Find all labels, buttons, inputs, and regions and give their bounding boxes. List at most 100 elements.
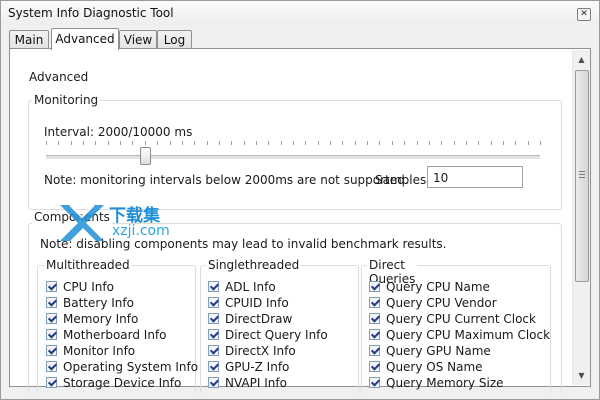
slider-tick xyxy=(194,141,195,145)
checkbox-checked-icon[interactable] xyxy=(208,281,219,292)
tab-main[interactable]: Main xyxy=(9,30,49,49)
title-bar: System Info Diagnostic Tool ✕ xyxy=(1,1,599,25)
slider-tick xyxy=(244,141,245,145)
slider-tick xyxy=(503,141,504,145)
checkbox-checked-icon[interactable] xyxy=(46,361,57,372)
checkbox-label: NVAPI Info xyxy=(225,376,287,390)
checkbox-label: Query CPU Maximum Clock xyxy=(386,328,551,342)
checkbox-checked-icon[interactable] xyxy=(369,361,380,372)
slider-tick xyxy=(528,141,529,145)
watermark-logo-icon xyxy=(60,204,104,241)
slider-tick xyxy=(441,141,442,145)
checkbox-checked-icon[interactable] xyxy=(208,329,219,340)
checkbox-label: DirectX Info xyxy=(225,344,296,358)
slider-tick xyxy=(219,141,220,145)
checkbox-label: Query CPU Vendor xyxy=(386,296,497,310)
checkbox-label: Motherboard Info xyxy=(63,328,167,342)
slider-tick xyxy=(170,141,171,145)
slider-tick xyxy=(145,141,146,145)
tab-view[interactable]: View xyxy=(119,30,157,49)
slider-tick xyxy=(404,141,405,145)
slider-tick xyxy=(515,141,516,145)
checkbox-checked-icon[interactable] xyxy=(369,377,380,388)
checkbox-checked-icon[interactable] xyxy=(208,377,219,388)
grip-line xyxy=(579,171,585,172)
slider-tick xyxy=(330,141,331,145)
slider-tick xyxy=(305,141,306,145)
slider-tick xyxy=(293,141,294,145)
tab-advanced[interactable]: Advanced xyxy=(51,28,119,50)
checkbox-label: CPU Info xyxy=(63,280,114,294)
interval-label: Interval: 2000/10000 ms xyxy=(44,125,193,139)
slider-tick xyxy=(429,141,430,145)
checkbox-checked-icon[interactable] xyxy=(46,313,57,324)
arrow-up-icon[interactable]: ▲ xyxy=(573,51,590,68)
window-title: System Info Diagnostic Tool xyxy=(8,6,174,20)
checkbox-checked-icon[interactable] xyxy=(369,297,380,308)
scrollbar-thumb[interactable] xyxy=(575,70,589,282)
tab-log[interactable]: Log xyxy=(157,30,192,49)
slider-tick xyxy=(157,141,158,145)
checkbox-checked-icon[interactable] xyxy=(46,329,57,340)
checkbox-label: DirectDraw xyxy=(225,312,293,326)
slider-tick xyxy=(355,141,356,145)
checkbox-checked-icon[interactable] xyxy=(46,281,57,292)
slider-tick xyxy=(108,141,109,145)
checkbox-label: Memory Info xyxy=(63,312,139,326)
page-title: Advanced xyxy=(29,70,89,84)
slider-tick xyxy=(95,141,96,145)
close-button[interactable]: ✕ xyxy=(577,8,591,21)
checkbox-label: CPUID Info xyxy=(225,296,289,310)
checkbox-label: GPU-Z Info xyxy=(225,360,290,374)
slider-tick xyxy=(182,141,183,145)
slider-tick xyxy=(540,141,541,145)
slider-tick xyxy=(132,141,133,145)
checkbox-checked-icon[interactable] xyxy=(46,377,57,388)
slider-tick xyxy=(491,141,492,145)
checkbox-label: Battery Info xyxy=(63,296,134,310)
slider-tick xyxy=(392,141,393,145)
checkbox-checked-icon[interactable] xyxy=(208,313,219,324)
slider-tick xyxy=(367,141,368,145)
slider-tick xyxy=(342,141,343,145)
slider-tick xyxy=(466,141,467,145)
interval-slider-track[interactable] xyxy=(46,155,540,160)
slider-tick xyxy=(256,141,257,145)
close-icon: ✕ xyxy=(580,9,588,19)
checkbox-checked-icon[interactable] xyxy=(46,297,57,308)
interval-slider-handle[interactable] xyxy=(140,147,151,165)
checkbox-label: Monitor Info xyxy=(63,344,136,358)
checkbox-checked-icon[interactable] xyxy=(208,361,219,372)
slider-tick xyxy=(71,141,72,145)
samples-input[interactable]: 10 xyxy=(427,166,523,188)
slider-tick xyxy=(454,141,455,145)
column-title: Multithreaded xyxy=(44,258,132,272)
slider-tick xyxy=(478,141,479,145)
checkbox-checked-icon[interactable] xyxy=(369,345,380,356)
checkbox-checked-icon[interactable] xyxy=(46,345,57,356)
checkbox-label: Query CPU Name xyxy=(386,280,490,294)
arrow-down-icon[interactable]: ▼ xyxy=(573,367,590,384)
checkbox-checked-icon[interactable] xyxy=(369,329,380,340)
checkbox-label: ADL Info xyxy=(225,280,276,294)
slider-tick xyxy=(83,141,84,145)
slider-tick xyxy=(120,141,121,145)
checkbox-label: Query CPU Current Clock xyxy=(386,312,536,326)
monitoring-note: Note: monitoring intervals below 2000ms … xyxy=(44,173,409,187)
grip-line xyxy=(579,174,585,175)
checkbox-checked-icon[interactable] xyxy=(369,313,380,324)
grip-line xyxy=(579,177,585,178)
watermark-url: xzji.com xyxy=(112,223,170,239)
slider-tick xyxy=(207,141,208,145)
slider-tick xyxy=(417,141,418,145)
monitoring-group-label: Monitoring xyxy=(32,93,101,107)
samples-label: Samples: xyxy=(375,173,431,187)
slider-tick xyxy=(46,141,47,145)
slider-tick xyxy=(231,141,232,145)
checkbox-label: Query OS Name xyxy=(386,360,483,374)
checkbox-checked-icon[interactable] xyxy=(369,281,380,292)
checkbox-checked-icon[interactable] xyxy=(208,345,219,356)
checkbox-checked-icon[interactable] xyxy=(208,297,219,308)
column-title: Singlethreaded xyxy=(206,258,302,272)
vertical-scrollbar[interactable]: ▲ ▼ xyxy=(572,50,590,385)
